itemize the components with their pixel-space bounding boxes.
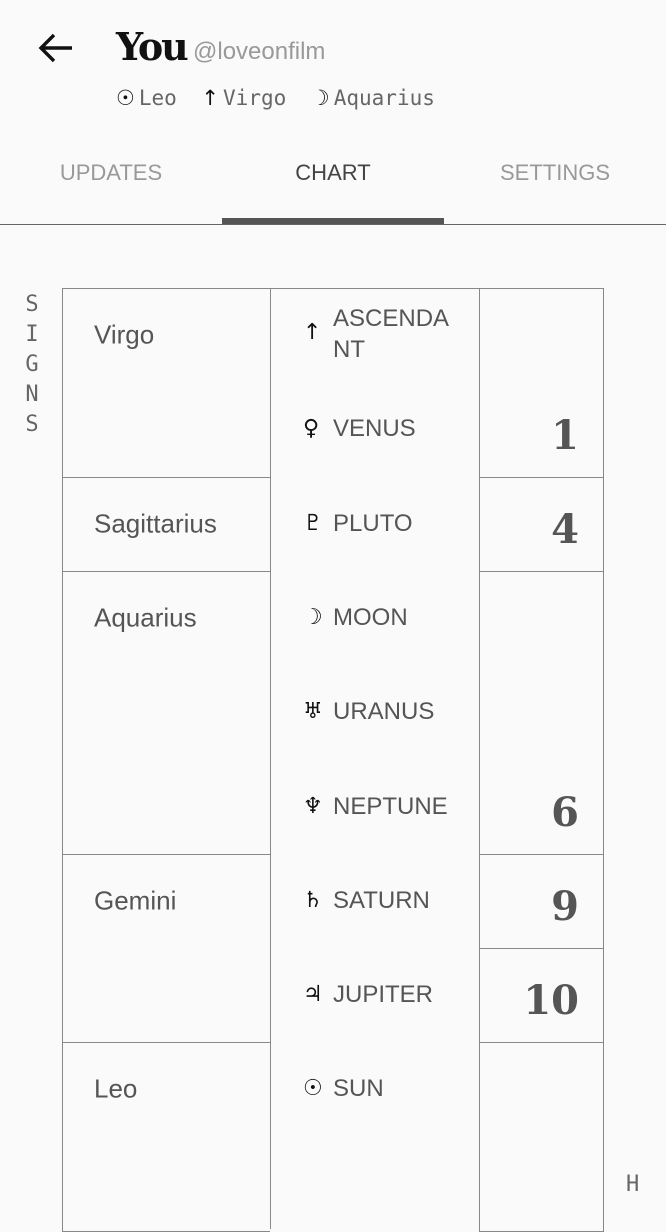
planet-row[interactable]: ♀ VENUS	[303, 413, 473, 445]
sign-name: Sagittarius	[94, 508, 217, 539]
planet-row[interactable]: ♃ JUPITER	[303, 979, 473, 1011]
active-tab-indicator	[222, 218, 444, 224]
sun-icon: ☉	[303, 1076, 323, 1102]
sun-sign: Leo	[138, 86, 177, 110]
sign-cell[interactable]: Sagittarius	[62, 476, 270, 572]
sign-cell[interactable]: Aquarius	[62, 570, 270, 855]
signs-column-label: SIGNS	[22, 290, 42, 440]
planet-name: MOON	[333, 603, 408, 631]
moon-sign: Aquarius	[333, 86, 435, 110]
planet-name: SUN	[333, 1075, 384, 1103]
houses-column-label: H	[626, 1172, 640, 1197]
planet-row[interactable]: ♆ NEPTUNE	[303, 791, 473, 823]
tab-settings[interactable]: SETTINGS	[444, 160, 666, 186]
sign-cell[interactable]: Leo	[62, 1042, 270, 1232]
ascendant-icon: ↑	[201, 86, 220, 110]
tab-bar: UPDATES CHART SETTINGS	[0, 140, 666, 225]
planet-name: ASCENDANT	[333, 305, 450, 363]
sign-name: Leo	[94, 1073, 138, 1104]
house-number: 6	[551, 788, 579, 836]
arrow-left-icon	[38, 33, 72, 63]
house-number: 10	[523, 977, 579, 1025]
planet-row[interactable]: ☽ MOON	[303, 602, 473, 634]
tab-updates[interactable]: UPDATES	[0, 160, 222, 186]
planet-row[interactable]: ♄ SATURN	[303, 885, 473, 917]
house-cell[interactable]: 4	[479, 476, 604, 572]
big-three: ☉ Leo ↑ Virgo ☽ Aquarius	[116, 86, 447, 110]
pluto-icon: ♇	[303, 510, 323, 536]
sign-name: Virgo	[94, 319, 155, 350]
planet-row[interactable]: ♇ PLUTO	[303, 508, 473, 540]
moon-icon: ☽	[303, 604, 323, 630]
signs-label-letter: N	[25, 382, 39, 407]
planet-row[interactable]: ☉ SUN	[303, 1073, 473, 1105]
back-button[interactable]	[36, 28, 76, 68]
venus-icon: ♀	[303, 416, 320, 442]
planet-name: SATURN	[333, 886, 430, 914]
signs-label-letter: S	[25, 292, 39, 317]
sign-cell[interactable]: Virgo	[62, 288, 270, 478]
sun-icon: ☉	[116, 86, 135, 110]
profile-title: You	[116, 24, 189, 69]
tab-chart[interactable]: CHART	[222, 160, 444, 186]
planets-column: ↑ ASCENDANT ♀ VENUS ♇ PLUTO ☽ MOON ♅ URANUS ♆ NEPTU…	[270, 288, 479, 1229]
sign-cell[interactable]: Gemini	[62, 853, 270, 1044]
ascendant-sign: Virgo	[223, 86, 287, 110]
jupiter-icon: ♃	[303, 982, 323, 1008]
house-number: 4	[551, 505, 579, 553]
signs-label-letter: G	[25, 352, 39, 377]
sign-name: Gemini	[94, 885, 177, 916]
moon-icon: ☽	[310, 86, 330, 110]
planet-name: PLUTO	[333, 509, 413, 537]
planet-row[interactable]: ↑ ASCENDANT	[303, 303, 473, 365]
sign-name: Aquarius	[94, 602, 197, 633]
house-cell[interactable]: 9	[479, 853, 604, 950]
signs-label-letter: I	[25, 322, 39, 347]
signs-label-letter: S	[25, 412, 39, 437]
planet-name: NEPTUNE	[333, 792, 448, 820]
planet-name: VENUS	[333, 415, 416, 443]
planet-name: JUPITER	[333, 981, 434, 1009]
planet-name: URANUS	[333, 698, 435, 726]
house-cell[interactable]: 6	[479, 570, 604, 855]
saturn-icon: ♄	[303, 887, 323, 913]
ascendant-icon: ↑	[303, 320, 322, 345]
house-number: 9	[551, 883, 579, 931]
profile-handle: @loveonfilm	[193, 38, 326, 65]
house-cell[interactable]	[479, 1042, 604, 1232]
neptune-icon: ♆	[303, 793, 323, 819]
house-number: 1	[551, 411, 579, 459]
house-cell[interactable]: 1	[479, 288, 604, 478]
house-cell[interactable]: 10	[479, 948, 604, 1044]
uranus-icon: ♅	[303, 699, 323, 725]
planet-row[interactable]: ♅ URANUS	[303, 696, 473, 728]
